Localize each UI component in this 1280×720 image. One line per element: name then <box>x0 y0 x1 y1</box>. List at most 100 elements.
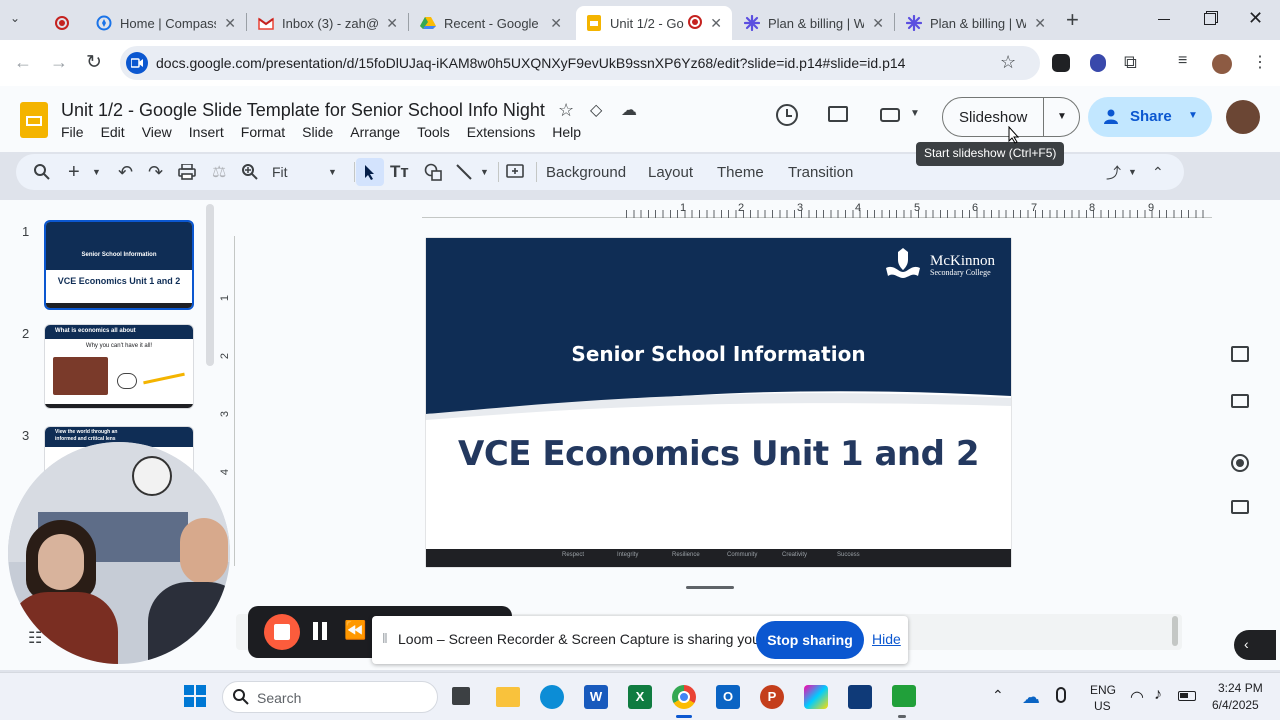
pen-mode-icon[interactable]: ⤴ <box>1106 154 1121 190</box>
pause-icon[interactable] <box>312 622 328 640</box>
star-icon[interactable]: ☆ <box>558 100 574 121</box>
menu-tools[interactable]: Tools <box>417 124 450 140</box>
close-tab-icon[interactable]: ✕ <box>1034 15 1046 32</box>
share-button[interactable]: Share <box>1130 108 1172 125</box>
extension-mic-icon[interactable] <box>1090 54 1106 72</box>
menu-view[interactable]: View <box>142 124 172 140</box>
menu-file[interactable]: File <box>61 124 84 140</box>
media-controls-icon[interactable]: ≡ <box>1178 52 1187 70</box>
meet-icon[interactable] <box>880 108 900 122</box>
filmstrip-scrollbar[interactable] <box>206 204 214 366</box>
video-record-icon[interactable] <box>1231 500 1249 514</box>
record-icon[interactable] <box>1231 454 1249 472</box>
new-slide-icon[interactable]: + <box>68 154 80 190</box>
zoom-select[interactable]: Fit <box>272 154 288 190</box>
profile-avatar[interactable] <box>1212 54 1232 74</box>
tab-recording[interactable] <box>44 6 76 40</box>
powerpoint-icon[interactable]: P <box>760 685 784 709</box>
tab-search-chevron-icon[interactable]: ⌄ <box>10 11 28 29</box>
excel-icon[interactable]: X <box>628 685 652 709</box>
clock-date[interactable]: 6/4/2025 <box>1212 698 1259 712</box>
microphone-icon[interactable] <box>1056 687 1066 703</box>
new-slide-dropdown-icon[interactable]: ▼ <box>92 154 101 190</box>
menu-insert[interactable]: Insert <box>189 124 224 140</box>
chrome-icon[interactable] <box>672 685 696 709</box>
text-box-icon[interactable]: Tᴛ <box>390 154 409 190</box>
chat-launcher-button[interactable]: ‹ <box>1234 630 1276 660</box>
theme-button[interactable]: Theme <box>717 154 764 190</box>
word-icon[interactable]: W <box>584 685 608 709</box>
meet-dropdown-icon[interactable]: ▼ <box>910 108 920 119</box>
version-history-icon[interactable] <box>776 104 798 126</box>
minimize-button[interactable] <box>1158 10 1172 30</box>
menu-slide[interactable]: Slide <box>302 124 333 140</box>
extensions-puzzle-icon[interactable]: ⧉ <box>1124 52 1137 73</box>
extension-media-icon[interactable] <box>1052 54 1070 72</box>
comment-add-icon[interactable] <box>506 154 524 190</box>
file-explorer-icon[interactable] <box>496 687 520 707</box>
stop-sharing-button[interactable]: Stop sharing <box>756 621 864 659</box>
slide-title[interactable]: VCE Economics Unit 1 and 2 <box>426 434 1011 474</box>
pen-mode-dropdown-icon[interactable]: ▼ <box>1128 154 1137 190</box>
tab-home-compass[interactable]: Home | Compass ✕ <box>86 6 246 40</box>
share-dropdown-icon[interactable]: ▼ <box>1188 110 1198 121</box>
bookmark-star-icon[interactable]: ☆ <box>1000 52 1016 73</box>
grid-dots-icon[interactable]: ☷ <box>28 628 42 648</box>
menu-edit[interactable]: Edit <box>101 124 125 140</box>
stop-recording-button[interactable] <box>264 614 300 650</box>
volume-icon[interactable]: ♪ <box>1154 686 1162 704</box>
transition-button[interactable]: Transition <box>788 154 853 190</box>
site-info-icon[interactable] <box>126 52 148 74</box>
tab-unit-slides[interactable]: Unit 1/2 - Go ✕ <box>576 6 732 40</box>
tab-plan-billing-1[interactable]: Plan & billing | W ✕ <box>734 6 894 40</box>
search-menus-icon[interactable] <box>34 154 50 190</box>
menu-arrange[interactable]: Arrange <box>350 124 400 140</box>
hide-link[interactable]: Hide <box>872 631 901 647</box>
line-dropdown-icon[interactable]: ▼ <box>480 154 489 190</box>
restart-icon[interactable]: ⏪ <box>344 620 366 641</box>
zoom-icon[interactable] <box>242 154 258 190</box>
account-avatar[interactable] <box>1226 100 1260 134</box>
speaker-notes-handle[interactable] <box>686 586 734 589</box>
edge-icon[interactable] <box>540 685 564 709</box>
folder-icon[interactable] <box>1231 394 1249 408</box>
current-slide[interactable]: McKinnon Secondary College Senior School… <box>426 238 1011 567</box>
paint-format-icon[interactable]: ⚖ <box>212 154 226 190</box>
reload-icon[interactable]: ↻ <box>86 51 102 74</box>
hidden-icons-chevron-icon[interactable]: ⌃ <box>992 687 1004 704</box>
chrome-menu-icon[interactable]: ⋮ <box>1252 52 1268 72</box>
undo-icon[interactable]: ↶ <box>118 154 133 190</box>
language-code[interactable]: ENG <box>1090 683 1116 697</box>
omnibox[interactable]: docs.google.com/presentation/d/15foDlUJa… <box>120 46 1040 80</box>
slides-logo-icon[interactable] <box>20 102 48 138</box>
new-tab-button[interactable]: + <box>1066 7 1079 33</box>
slideshow-button[interactable]: Slideshow <box>959 109 1027 126</box>
paint-icon[interactable] <box>804 685 828 709</box>
menu-format[interactable]: Format <box>241 124 285 140</box>
taskbar-search[interactable]: Search <box>222 681 438 713</box>
outlook-icon[interactable]: O <box>716 685 740 709</box>
menu-extensions[interactable]: Extensions <box>467 124 535 140</box>
wifi-icon[interactable]: ◠ <box>1130 687 1144 707</box>
keep-icon[interactable] <box>1231 346 1249 362</box>
menu-help[interactable]: Help <box>552 124 581 140</box>
teams-chat-icon[interactable] <box>892 685 916 707</box>
restore-button[interactable] <box>1204 13 1216 25</box>
onedrive-icon[interactable]: ☁ <box>1022 687 1040 708</box>
close-window-button[interactable]: ✕ <box>1248 8 1263 29</box>
tab-inbox[interactable]: Inbox (3) - zah@ ✕ <box>248 6 408 40</box>
battery-icon[interactable] <box>1178 691 1196 701</box>
tab-plan-billing-2[interactable]: Plan & billing | W ✕ <box>896 6 1056 40</box>
slide-heading[interactable]: Senior School Information <box>426 342 1011 366</box>
store-icon[interactable] <box>848 685 872 709</box>
close-tab-icon[interactable]: ✕ <box>550 15 562 32</box>
windows-start-icon[interactable] <box>184 685 206 707</box>
document-title[interactable]: Unit 1/2 - Google Slide Template for Sen… <box>61 100 545 121</box>
close-tab-icon[interactable]: ✕ <box>224 15 236 32</box>
language-region[interactable]: US <box>1094 699 1111 713</box>
collapse-toolbar-icon[interactable]: ⌃ <box>1152 154 1164 190</box>
back-icon[interactable]: ← <box>14 52 32 73</box>
forward-icon[interactable]: → <box>50 52 68 73</box>
close-tab-icon[interactable]: ✕ <box>710 15 722 32</box>
redo-icon[interactable]: ↷ <box>148 154 163 190</box>
